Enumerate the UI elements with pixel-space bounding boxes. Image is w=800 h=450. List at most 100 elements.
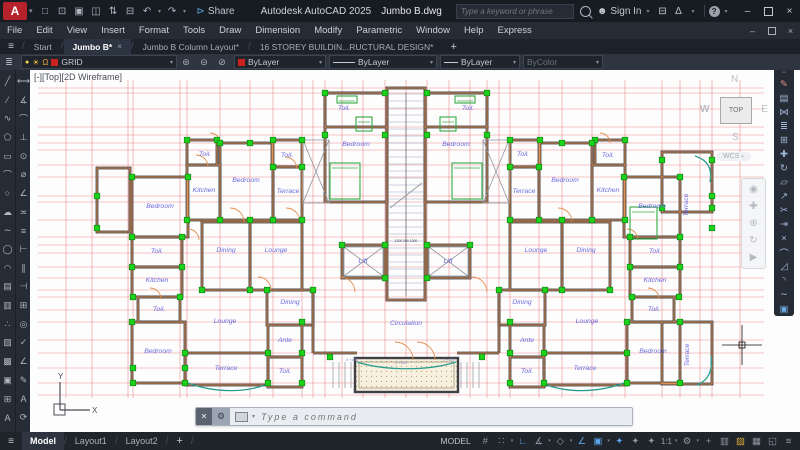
annotation-autoscale-icon[interactable]: ✦ — [628, 433, 643, 449]
customize-plus-icon[interactable]: + — [701, 433, 716, 449]
object-snap-icon[interactable]: ▣ — [590, 433, 605, 449]
zoom-icon[interactable]: ⊕ — [749, 215, 757, 232]
drawing-canvas[interactable]: Toil. Toil. Bedroom Kitchen Terrace Bedroom To… — [30, 70, 800, 432]
gradient-icon[interactable]: ▩ — [0, 352, 15, 371]
pan-icon[interactable]: ✚ — [749, 198, 757, 215]
navigation-bar[interactable]: ◉ ✚ ⊕ ↻ ▶ — [741, 178, 766, 269]
snap-mode-icon[interactable]: ∷ — [494, 433, 509, 449]
menu-item-file[interactable]: File — [0, 25, 29, 36]
make-block-icon[interactable]: ▥ — [0, 296, 15, 315]
graphics-performance-icon[interactable]: ▨ — [733, 433, 748, 449]
layer-properties-button[interactable]: ≣ — [0, 55, 18, 69]
menu-item-edit[interactable]: Edit — [29, 25, 59, 36]
dim-edit-icon[interactable]: ✎ — [16, 371, 31, 390]
menu-item-tools[interactable]: Tools — [176, 25, 212, 36]
dim-update-icon[interactable]: ⟳ — [16, 408, 31, 427]
stretch-icon[interactable]: ↗ — [780, 190, 788, 204]
revcloud-icon[interactable]: ☁ — [0, 203, 15, 222]
file-tab-close-icon[interactable]: × — [117, 42, 122, 51]
ordinate-icon[interactable]: ⊥ — [16, 128, 31, 147]
plot-icon[interactable]: ⊟ — [122, 2, 139, 20]
model-space-label[interactable]: MODEL — [441, 436, 471, 446]
break-icon[interactable]: × — [781, 232, 787, 246]
polygon-icon[interactable]: ⬠ — [0, 128, 15, 147]
steering-wheel-icon[interactable]: ◉ — [749, 181, 758, 198]
help-caret-icon[interactable]: ▾ — [720, 8, 733, 15]
command-recent-icon[interactable] — [235, 411, 248, 422]
baseline-icon[interactable]: ≡ — [16, 222, 31, 241]
insert-block-icon[interactable]: ▤ — [0, 278, 15, 297]
polar-tracking-icon-caret[interactable]: ▾ — [547, 438, 552, 444]
circle-icon[interactable]: ○ — [0, 184, 15, 203]
snap-mode-icon-caret[interactable]: ▾ — [510, 438, 515, 444]
grid-display-icon[interactable]: # — [478, 433, 493, 449]
spline-icon[interactable]: ∼ — [0, 222, 15, 241]
command-caret-icon[interactable]: ▾ — [252, 413, 255, 420]
file-tab-2[interactable]: Jumbo B Column Layout* — [134, 39, 248, 54]
file-tab-0[interactable]: Start — [25, 39, 61, 54]
layout-tab-2[interactable]: Layout2 — [118, 432, 166, 450]
new-drawing-tab-button[interactable]: + — [442, 39, 464, 54]
plotstyle-dropdown[interactable]: ByColor ▾ — [523, 55, 603, 69]
isodraft-icon[interactable]: ◇ — [553, 433, 568, 449]
scale-value-text-caret[interactable]: ▾ — [674, 438, 679, 444]
osnap-tracking-icon[interactable]: ∠ — [574, 433, 589, 449]
blend-icon[interactable]: ∼ — [780, 288, 788, 302]
wcs-dropdown[interactable]: WCS ▾ — [716, 152, 751, 161]
cart-icon[interactable]: ⊟ — [655, 6, 671, 17]
command-close-icon[interactable]: ✕ — [196, 408, 212, 425]
menu-item-format[interactable]: Format — [132, 25, 176, 36]
dim-text-edit-icon[interactable]: A — [16, 390, 31, 409]
table-icon[interactable]: ⊞ — [0, 390, 15, 409]
customization-menu-icon[interactable]: ≡ — [781, 433, 796, 449]
minimize-button[interactable]: – — [737, 0, 758, 22]
open-file-icon[interactable]: ⊡ — [54, 2, 71, 20]
join-icon[interactable]: ⌒ — [779, 246, 789, 260]
redo-icon[interactable]: ↷ — [164, 2, 181, 20]
menu-item-draw[interactable]: Draw — [212, 25, 248, 36]
isolate-objects-icon[interactable]: ▥ — [717, 433, 732, 449]
layer-isolate-icon[interactable]: ⊝ — [195, 55, 213, 69]
share-button[interactable]: ⊳ Share — [197, 6, 235, 17]
quick-dim-icon[interactable]: ≍ — [16, 203, 31, 222]
ellipse-icon[interactable]: ◯ — [0, 240, 15, 259]
linetype-dropdown[interactable]: ByLayer ▾ — [329, 55, 437, 69]
mirror-icon[interactable]: ⋈ — [779, 105, 789, 119]
dim-break-icon[interactable]: ⊣ — [16, 278, 31, 297]
line-icon[interactable]: ╱ — [0, 72, 15, 91]
menu-item-window[interactable]: Window — [409, 25, 457, 36]
new-file-icon[interactable]: □ — [37, 2, 54, 20]
help-icon[interactable]: ? — [708, 5, 720, 17]
clean-screen-icon[interactable]: ◱ — [765, 433, 780, 449]
transfer-icon[interactable]: ⇅ — [105, 2, 122, 20]
isodraft-icon-caret[interactable]: ▾ — [569, 438, 574, 444]
arc-length-icon[interactable]: ⌒ — [16, 109, 31, 128]
copy-icon[interactable]: ▤ — [780, 91, 789, 105]
erase-icon[interactable]: ✎ — [780, 77, 788, 91]
logo-caret-icon[interactable]: ▾ — [29, 7, 33, 15]
close-button[interactable]: × — [779, 0, 800, 22]
polyline-icon[interactable]: ∿ — [0, 109, 15, 128]
orbit-icon[interactable]: ↻ — [749, 232, 757, 249]
autodesk-apps-icon[interactable]: Δ — [671, 6, 687, 17]
dim-space-icon[interactable]: ∥ — [16, 259, 31, 278]
annotation-visibility-icon[interactable]: ✦ — [612, 433, 627, 449]
command-input[interactable] — [259, 410, 627, 423]
tolerance-icon[interactable]: ⊞ — [16, 296, 31, 315]
center-mark-icon[interactable]: ◎ — [16, 315, 31, 334]
menu-item-express[interactable]: Express — [490, 25, 538, 36]
layer-dropdown[interactable]: ● ☀ Ω GRID ▾ — [21, 55, 177, 69]
continue-icon[interactable]: ⊢ — [16, 240, 31, 259]
file-tab-1[interactable]: Jumbo B* × — [63, 39, 131, 54]
view-cube[interactable]: N W E S TOP WCS ▾ — [698, 74, 770, 170]
viewcube-north[interactable]: N — [731, 74, 738, 85]
jogged-icon[interactable]: ∠ — [16, 352, 31, 371]
move-icon[interactable]: ✚ — [780, 147, 788, 161]
undo-icon[interactable]: ↶ — [139, 2, 156, 20]
object-snap-icon-caret[interactable]: ▾ — [606, 438, 611, 444]
doc-close-button[interactable]: × — [781, 22, 800, 39]
command-input-field[interactable]: ▾ — [230, 408, 632, 425]
polar-tracking-icon[interactable]: ∡ — [531, 433, 546, 449]
redo-caret[interactable]: ▾ — [181, 2, 189, 20]
angular-icon[interactable]: ∠ — [16, 184, 31, 203]
